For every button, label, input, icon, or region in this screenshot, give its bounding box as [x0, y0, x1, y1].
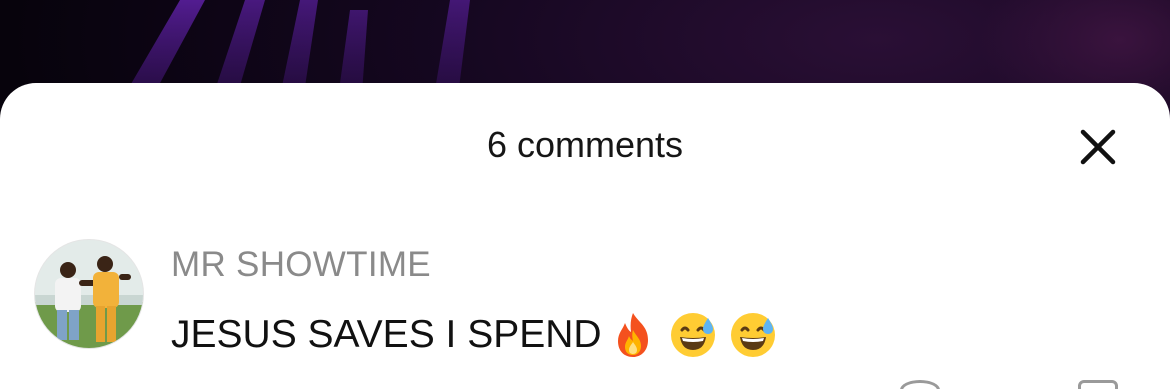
comment-text: JESUS SAVES I SPEND	[171, 313, 602, 356]
grinning-sweat-emoji-icon	[670, 313, 715, 357]
grinning-sweat-emoji-icon	[730, 313, 775, 357]
reply-icon[interactable]	[1078, 380, 1118, 389]
comment-body: JESUS SAVES I SPEND	[171, 310, 778, 360]
avatar[interactable]	[35, 240, 143, 348]
fire-emoji-icon	[617, 313, 648, 357]
comment-username[interactable]: MR SHOWTIME	[171, 244, 431, 286]
close-button[interactable]	[1075, 124, 1121, 170]
close-icon	[1080, 129, 1116, 165]
comments-count-title: 6 comments	[486, 124, 684, 165]
screen: 6 comments MR SHOWTIME JESUS SAVES I SPE…	[0, 0, 1170, 389]
avatar-photo	[35, 240, 143, 348]
